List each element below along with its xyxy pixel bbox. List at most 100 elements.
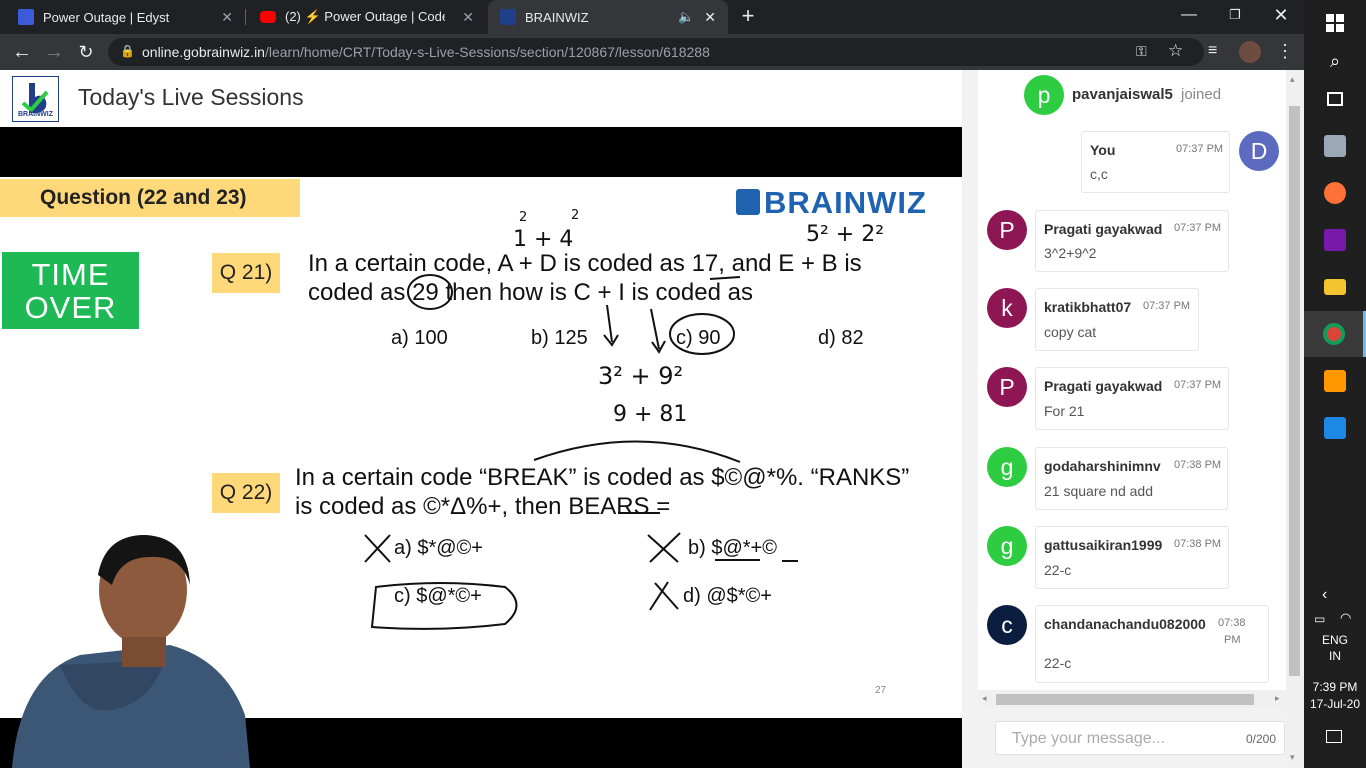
message-time-suffix: PM	[1224, 634, 1241, 646]
chat-panel: p pavanjaiswal5 joined You 07:37 PM c,c …	[962, 70, 1304, 768]
chat-message: Pragati gayakwad 07:37 PM 3^2+9^2	[1035, 210, 1229, 272]
avatar: c	[987, 605, 1027, 645]
join-username: pavanjaiswal5	[1072, 86, 1173, 103]
tab-edyst[interactable]: Power Outage | Edyst ✕	[0, 0, 245, 34]
address-bar[interactable]: 🔒 online.gobrainwiz.in/learn/home/CRT/To…	[108, 38, 1204, 66]
avatar: g	[987, 526, 1027, 566]
wifi-icon[interactable]: ◠	[1340, 610, 1351, 626]
photos-icon[interactable]	[1304, 405, 1366, 451]
message-text: c,c	[1090, 166, 1108, 182]
message-author: chandanachandu082000	[1044, 616, 1206, 632]
scroll-right-icon[interactable]: ▸	[1275, 693, 1280, 704]
url-text[interactable]: online.gobrainwiz.in/learn/home/CRT/Toda…	[142, 44, 710, 60]
message-time: 07:38 PM	[1174, 538, 1222, 550]
sublime-text-icon[interactable]	[1304, 358, 1366, 404]
reload-icon[interactable]: ↻	[70, 34, 102, 70]
message-author: kratikbhatt07	[1044, 299, 1132, 315]
tab-codevita[interactable]: (2) ⚡ Power Outage | CodeVita ✕	[246, 0, 486, 34]
chat-message: godaharshinimnv 07:38 PM 21 square nd ad…	[1035, 447, 1228, 510]
tab-brainwiz[interactable]: BRAINWIZ 🔈 ✕	[488, 0, 728, 34]
avatar: p	[1024, 75, 1064, 115]
message-time: 07:38	[1218, 617, 1246, 629]
message-time: 07:37 PM	[1174, 379, 1222, 391]
page-header: BRAINWIZ Today's Live Sessions	[0, 70, 962, 127]
scroll-thumb[interactable]	[996, 694, 1254, 705]
scroll-down-icon[interactable]: ▾	[1290, 752, 1295, 763]
slide-page-number: 27	[875, 685, 887, 696]
tab-close-icon[interactable]: ✕	[462, 9, 474, 26]
battery-icon[interactable]: ▭	[1314, 612, 1325, 626]
chrome-icon[interactable]	[1304, 311, 1366, 357]
onenote-icon[interactable]	[1304, 217, 1366, 263]
camera-app-icon[interactable]	[1304, 123, 1366, 169]
language-indicator[interactable]: ENG IN	[1304, 633, 1366, 663]
close-window-button[interactable]: ✕	[1258, 0, 1304, 30]
page-content: BRAINWIZ Today's Live Sessions Question …	[0, 70, 1304, 768]
avatar: k	[987, 288, 1027, 328]
key-icon[interactable]: ⚿	[1136, 43, 1147, 60]
message-text: 22-c	[1044, 655, 1072, 671]
tab-close-icon[interactable]: ✕	[221, 9, 233, 26]
message-text: copy cat	[1044, 324, 1097, 340]
message-text: 21 square nd add	[1044, 483, 1153, 499]
forward-icon[interactable]: →	[38, 34, 70, 70]
chat-message: gattusaikiran1999 07:38 PM 22-c	[1035, 526, 1229, 589]
q22-line1: In a certain code “BREAK” is coded as $©…	[295, 464, 910, 491]
windows-taskbar: ⌕ ‹ ▭ ◠ ENG IN 7:39 PM 17-Jul-20	[1304, 0, 1366, 768]
scroll-left-icon[interactable]: ◂	[982, 693, 987, 704]
scroll-thumb[interactable]	[1289, 106, 1300, 676]
q22-option-a: a) $*@©+	[394, 537, 483, 559]
browser-toolbar: ← → ↻ 🔒 online.gobrainwiz.in/learn/home/…	[0, 34, 1304, 70]
clock[interactable]: 7:39 PM 17-Jul-20	[1304, 680, 1366, 711]
message-time: 07:37 PM	[1143, 300, 1191, 312]
firefox-icon[interactable]	[1304, 170, 1366, 216]
page-title: Today's Live Sessions	[78, 84, 304, 110]
restore-button[interactable]: ❐	[1212, 0, 1258, 30]
tab-title: BRAINWIZ	[525, 9, 589, 25]
new-tab-button[interactable]: +	[736, 4, 760, 28]
message-author: godaharshinimnv	[1044, 458, 1161, 474]
minimize-button[interactable]: —	[1166, 0, 1212, 30]
notification-center-icon[interactable]	[1326, 730, 1342, 743]
back-icon[interactable]: ←	[6, 34, 38, 70]
chevron-up-icon[interactable]: ‹	[1322, 586, 1327, 604]
message-author: Pragati gayakwad	[1044, 378, 1163, 394]
tab-close-icon[interactable]: ✕	[704, 9, 716, 26]
speaker-icon[interactable]: 🔈	[678, 9, 694, 25]
char-counter: 0/200	[1245, 732, 1276, 746]
tab-strip: Power Outage | Edyst ✕ (2) ⚡ Power Outag…	[0, 0, 1304, 34]
lock-icon[interactable]: 🔒	[120, 44, 135, 58]
chat-horizontal-scrollbar[interactable]: ◂ ▸	[978, 690, 1290, 708]
live-video-player[interactable]: Question (22 and 23) BRAINWIZ TIME OVER …	[0, 127, 962, 768]
profile-avatar[interactable]	[1239, 41, 1261, 63]
message-time: 07:38 PM	[1174, 459, 1222, 471]
tab-title: (2) ⚡ Power Outage | CodeVita	[285, 9, 445, 24]
task-view-icon[interactable]	[1304, 76, 1366, 122]
bookmark-star-icon[interactable]: ☆	[1168, 41, 1183, 61]
message-text: 22-c	[1044, 562, 1072, 578]
avatar: P	[987, 367, 1027, 407]
chat-message: Pragati gayakwad 07:37 PM For 21	[1035, 367, 1229, 430]
youtube-favicon-icon	[260, 11, 276, 23]
file-explorer-icon[interactable]	[1304, 264, 1366, 310]
q22-tag: Q 22)	[212, 473, 280, 513]
logo-text: BRAINWIZ	[18, 111, 53, 118]
presenter-video-image	[12, 535, 250, 768]
brainwiz-logo[interactable]: BRAINWIZ	[12, 76, 59, 122]
avatar: D	[1239, 131, 1279, 171]
chat-message-list[interactable]: p pavanjaiswal5 joined You 07:37 PM c,c …	[978, 70, 1290, 690]
chat-message: chandanachandu082000 07:38 PM 22-c	[1035, 605, 1269, 683]
brainwiz-favicon-icon	[500, 9, 516, 25]
scroll-up-icon[interactable]: ▴	[1290, 74, 1295, 85]
chat-message-input[interactable]	[1010, 728, 1234, 750]
message-author: You	[1090, 142, 1116, 158]
menu-icon[interactable]: ⋮	[1276, 41, 1294, 62]
q22-line2: is coded as ©*Δ%+, then BEARS =	[295, 493, 671, 520]
page-vertical-scrollbar[interactable]: ▴ ▾	[1286, 70, 1304, 768]
message-text: For 21	[1044, 403, 1085, 419]
chat-message: You 07:37 PM c,c	[1081, 131, 1230, 193]
media-control-icon[interactable]: ≡	[1208, 42, 1217, 60]
tab-title: Power Outage | Edyst	[43, 9, 170, 25]
message-time: 07:37 PM	[1174, 222, 1222, 234]
chat-input-box[interactable]: 0/200	[995, 721, 1285, 755]
